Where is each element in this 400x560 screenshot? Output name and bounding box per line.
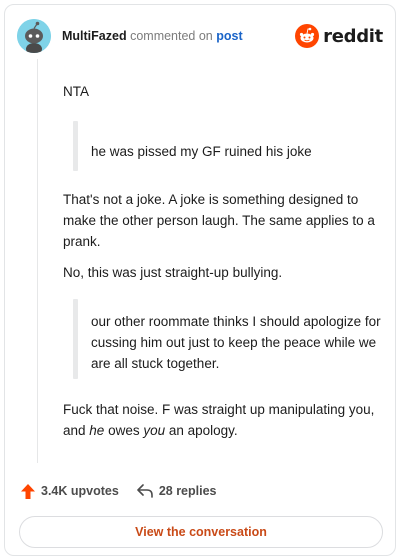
quote-bar [73,121,78,171]
view-conversation-button[interactable]: View the conversation [19,516,383,548]
quote-text: our other roommate thinks I should apolo… [91,314,381,371]
comment-body: NTA he was pissed my GF ruined his joke … [63,81,383,451]
quote-bar [73,299,78,379]
reddit-wordmark: reddit [323,25,383,47]
reply-count: 28 replies [158,484,217,498]
comment-card: MultiFazed commented on post reddit NTA [4,4,396,556]
thread-line [37,59,38,463]
reddit-brand[interactable]: reddit [295,23,383,49]
upvote-count: 3.4K upvotes [41,484,119,498]
reply-arrow-icon [137,484,153,498]
upvote-arrow-icon [21,483,35,499]
commented-on-text: commented on [130,29,213,43]
comment-footer: 3.4K upvotes 28 replies [21,479,235,503]
author-name[interactable]: MultiFazed [62,29,127,43]
reddit-logo-icon [295,24,320,48]
comment-paragraph: No, this was just straight-up bullying. [63,265,283,280]
snoo-avatar-icon [17,19,51,53]
author-line: MultiFazed commented on post [62,29,243,43]
quote-text: he was pissed my GF ruined his joke [91,144,312,159]
blockquote: he was pissed my GF ruined his joke [63,121,383,171]
comment-paragraph: Fuck that noise. F was straight up manip… [63,399,383,441]
avatar[interactable] [17,19,51,53]
post-link[interactable]: post [216,29,242,43]
replies-button[interactable]: 28 replies [137,484,217,498]
comment-header: MultiFazed commented on post reddit [17,19,383,55]
comment-paragraph: NTA [63,84,89,99]
comment-paragraph: That's not a joke. A joke is something d… [63,192,375,249]
emphasis-text: he [89,423,105,438]
paragraph-text: owes [104,423,144,438]
blockquote: our other roommate thinks I should apolo… [63,299,383,379]
emphasis-text: you [143,423,166,438]
paragraph-text: an apology. [165,423,238,438]
upvote-button[interactable]: 3.4K upvotes [21,483,119,499]
